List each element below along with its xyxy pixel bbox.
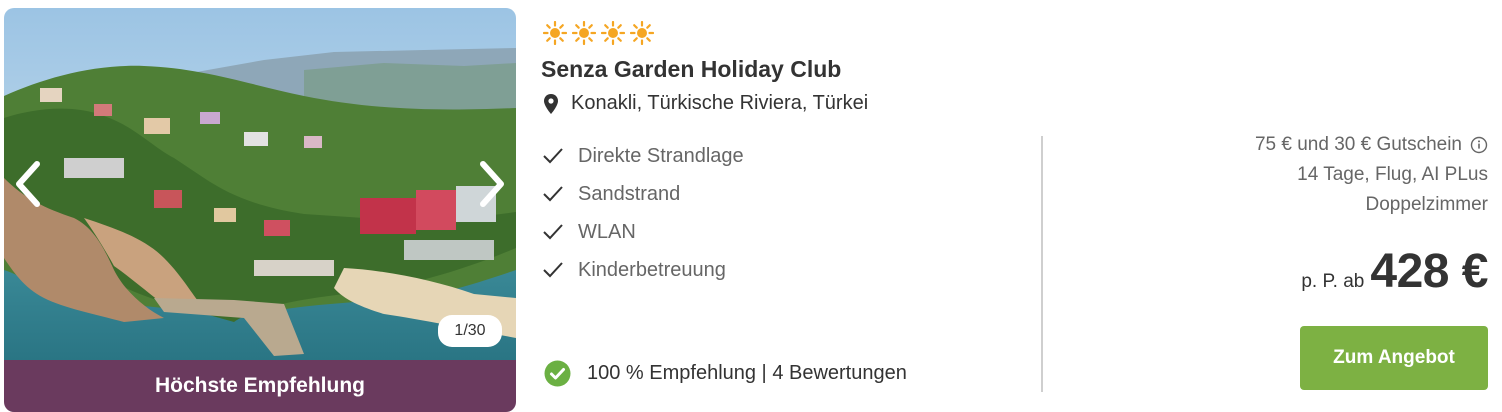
- column-divider: [1041, 136, 1043, 392]
- sun-icon: [572, 21, 596, 45]
- check-icon: [543, 262, 563, 278]
- sun-icon: [630, 21, 654, 45]
- hotel-location: Konakli, Türkische Riviera, Türkei: [543, 92, 868, 115]
- feature-list: Direkte Strandlage Sandstrand WLAN Kinde…: [542, 137, 744, 289]
- gallery-prev-button[interactable]: [8, 156, 48, 212]
- price-prefix: p. P. ab: [1301, 271, 1365, 292]
- price-value: 428 €: [1370, 245, 1488, 298]
- recommendation-text: 100 % Empfehlung | 4 Bewertungen: [587, 362, 907, 384]
- recommendation-summary[interactable]: 100 % Empfehlung | 4 Bewertungen: [544, 360, 907, 387]
- duration-text: 14 Tage, Flug, AI PLus: [1297, 164, 1488, 185]
- chevron-right-icon: [480, 161, 504, 207]
- feature-label: WLAN: [578, 220, 636, 243]
- feature-item: Direkte Strandlage: [542, 137, 744, 175]
- feature-item: WLAN: [542, 213, 744, 251]
- sun-icon: [601, 21, 625, 45]
- chevron-left-icon: [16, 161, 40, 207]
- info-icon[interactable]: [1470, 136, 1488, 154]
- check-icon: [543, 186, 563, 202]
- hotel-name[interactable]: Senza Garden Holiday Club: [541, 56, 841, 83]
- offer-button[interactable]: Zum Angebot: [1300, 326, 1488, 390]
- feature-item: Kinderbetreuung: [542, 251, 744, 289]
- room-text: Doppelzimmer: [1365, 194, 1488, 215]
- check-icon: [543, 148, 563, 164]
- gallery-next-button[interactable]: [472, 156, 512, 212]
- hotel-photo[interactable]: [4, 8, 516, 360]
- offer-details: 75 € und 30 € Gutschein 14 Tage, Flug, A…: [1068, 130, 1488, 220]
- hotel-rating-stars: [543, 21, 654, 45]
- price: p. P. ab 428 €: [1301, 244, 1488, 299]
- location-text: Konakli, Türkische Riviera, Türkei: [571, 92, 869, 114]
- image-gallery[interactable]: 1/30 Höchste Empfehlung: [4, 8, 516, 412]
- feature-item: Sandstrand: [542, 175, 744, 213]
- hotel-offer-card: 1/30 Höchste Empfehlung Senza Garden Hol…: [0, 0, 1502, 412]
- voucher-text: 75 € und 30 € Gutschein: [1254, 134, 1462, 155]
- image-counter: 1/30: [438, 315, 502, 347]
- feature-label: Direkte Strandlage: [578, 144, 744, 167]
- map-pin-icon: [544, 93, 558, 114]
- recommendation-ribbon: Höchste Empfehlung: [4, 360, 516, 412]
- voucher-line: 75 € und 30 € Gutschein: [1068, 130, 1488, 160]
- check-circle-icon: [544, 360, 571, 387]
- feature-label: Sandstrand: [578, 182, 681, 205]
- feature-label: Kinderbetreuung: [578, 258, 726, 281]
- sun-icon: [543, 21, 567, 45]
- check-icon: [543, 224, 563, 240]
